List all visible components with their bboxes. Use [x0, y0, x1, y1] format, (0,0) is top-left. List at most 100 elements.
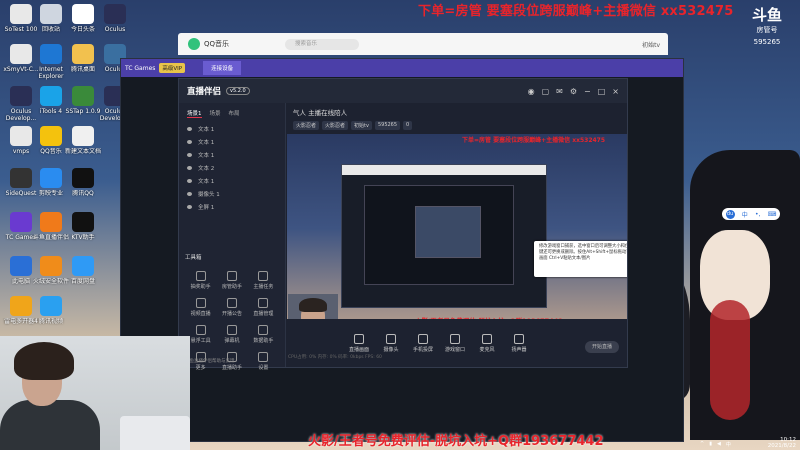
qq-music-icon [188, 38, 200, 50]
itools-icon [40, 86, 62, 106]
desktop-icon[interactable]: 腾讯QQ [64, 168, 102, 204]
eye-icon[interactable] [187, 152, 192, 157]
desktop-icon[interactable]: Oculus [96, 4, 134, 40]
desktop-icon[interactable]: KTV助手 [64, 212, 102, 248]
tray-arrow-icon[interactable]: ^ [700, 441, 704, 447]
cloud-icon [72, 256, 94, 276]
qq-music-search-input[interactable]: 搜索音乐 [285, 38, 360, 50]
eye-icon[interactable] [187, 191, 192, 196]
desktop-icon[interactable]: 百度网盘 [64, 256, 102, 292]
room-tag[interactable]: 火影忍者 [322, 121, 349, 130]
tool-item[interactable]: 弹幕机 [216, 325, 247, 344]
control-label: 摄像头 [383, 346, 399, 353]
source-label: 摄像头 1 [198, 191, 220, 198]
desktop-icon[interactable]: 新建文本文档 [64, 126, 102, 162]
volume-icon[interactable]: ◀ [717, 441, 721, 447]
tool-item[interactable]: 视频直播 [185, 298, 216, 317]
overlay-banner-top: 下单=房管 要塞段位跨服巅峰+主播微信 xx532475 [418, 4, 734, 19]
control-button[interactable]: 游戏窗口 [443, 333, 467, 353]
control-button[interactable]: 摄像头 [379, 333, 403, 353]
desktop-icon[interactable]: 腾讯视频 [32, 296, 70, 332]
source-label: 全屏 1 [198, 204, 215, 211]
baidu-ime-icon[interactable]: du [725, 209, 735, 219]
settings-icon[interactable]: ⚙ [570, 87, 577, 96]
tool-icon [226, 271, 237, 281]
desktop-icon-label: vmps [12, 148, 30, 155]
close-icon[interactable]: × [612, 87, 619, 96]
source-item[interactable]: 文本 1 [179, 148, 285, 161]
room-tags: 火影忍者 火影忍者 初始tv 595265 0 [293, 121, 621, 130]
network-icon[interactable]: ▮ [709, 441, 712, 447]
source-item[interactable]: 摄像头 1 [179, 187, 285, 200]
control-button[interactable]: 麦克风 [475, 333, 499, 353]
douyu-icon [40, 212, 62, 232]
source-item[interactable]: 全屏 1 [179, 200, 285, 213]
webcam-keyboard [120, 416, 190, 450]
eye-icon[interactable] [187, 139, 192, 144]
tool-item[interactable]: 主播任务 [248, 271, 279, 290]
tool-label: 房管助手 [221, 284, 242, 290]
wallpaper-blood [710, 300, 750, 420]
tool-item[interactable]: 数据助手 [248, 325, 279, 344]
nested-inner-window [364, 185, 514, 285]
room-tag[interactable]: 火影忍者 [293, 121, 320, 130]
douyu-room-number: 595265 [753, 38, 781, 46]
tool-label: 设置 [258, 365, 269, 371]
version-badge: v5.2.0 [226, 87, 250, 95]
tab-layout[interactable]: 布局 [229, 109, 240, 118]
minimize-icon[interactable]: − [584, 87, 591, 96]
source-item[interactable]: 文本 2 [179, 161, 285, 174]
ime-punct[interactable]: •, [755, 211, 760, 218]
tab-connect-device[interactable]: 连接设备 [203, 61, 242, 75]
avatar[interactable]: ◉ [528, 87, 535, 96]
tool-item[interactable]: 房管助手 [216, 271, 247, 290]
tool-icon [226, 298, 237, 308]
control-button[interactable]: 直播画面 [347, 333, 371, 353]
source-label: 文本 1 [198, 152, 215, 159]
control-button[interactable]: 手机投屏 [411, 333, 435, 353]
eye-icon[interactable] [187, 126, 192, 131]
start-live-button[interactable]: 开始直播 [585, 341, 619, 353]
qq-music-window[interactable]: QQ音乐 搜索音乐 初始tv [178, 33, 668, 55]
tab-scene-1[interactable]: 场景1 [187, 109, 202, 118]
source-item[interactable]: 文本 1 [179, 135, 285, 148]
desktop-icon[interactable]: vmps [2, 126, 40, 162]
maximize-icon[interactable]: □ [598, 87, 606, 96]
file-icon [10, 4, 32, 24]
control-icon [482, 333, 492, 344]
skin-icon[interactable]: ▢ [542, 87, 550, 96]
tool-item[interactable]: 开播公告 [216, 298, 247, 317]
ime-tray-icon[interactable]: 中 [726, 441, 731, 448]
help-feedback-link[interactable]: 斗鱼直播伴侣帮助与反馈 [185, 358, 235, 364]
source-item[interactable]: 文本 1 [179, 122, 285, 135]
tab-scene[interactable]: 场景 [210, 109, 221, 118]
control-label: 扬声器 [511, 346, 527, 353]
nested-qq-bar [342, 165, 546, 175]
eye-icon[interactable] [187, 178, 192, 183]
sstap-icon [72, 86, 94, 106]
source-item[interactable]: 文本 1 [179, 174, 285, 187]
room-title[interactable]: 气人 主播在线陪人 [293, 107, 621, 117]
source-label: 文本 2 [198, 165, 215, 172]
shield-icon [40, 256, 62, 276]
vip-badge: 高级VIP [159, 63, 186, 73]
tool-item[interactable]: 直播管理 [248, 298, 279, 317]
keyboard-icon[interactable]: ⌨ [768, 211, 777, 218]
tool-item[interactable]: 设置 [248, 352, 279, 371]
eye-icon[interactable] [187, 204, 192, 209]
qq-music-user[interactable]: 初始tv [642, 40, 660, 49]
message-icon[interactable]: ✉ [556, 87, 563, 96]
control-button[interactable]: 扬声器 [507, 333, 531, 353]
ime-lang[interactable]: 中 [742, 210, 748, 219]
stream-preview[interactable]: 下单=房管 要塞段位跨服巅峰+主播微信 xx532475 修改游戏窗口捕获，选中… [287, 134, 627, 344]
tool-icon [258, 271, 269, 281]
window-controls: ◉ ▢ ✉ ⚙ − □ × [528, 87, 627, 96]
control-label: 游戏窗口 [444, 346, 465, 353]
webcam-body [0, 400, 100, 450]
eye-icon[interactable] [187, 165, 192, 170]
ime-toolbar[interactable]: du 中 •, ⌨ [722, 208, 780, 220]
tool-label: 主播任务 [253, 284, 274, 290]
preview-banner-top: 下单=房管 要塞段位跨服巅峰+主播微信 xx532475 [462, 137, 606, 144]
tool-item[interactable]: 抽奖助手 [185, 271, 216, 290]
taskbar-clock[interactable]: 10:12 2021/8/22 [768, 437, 796, 449]
